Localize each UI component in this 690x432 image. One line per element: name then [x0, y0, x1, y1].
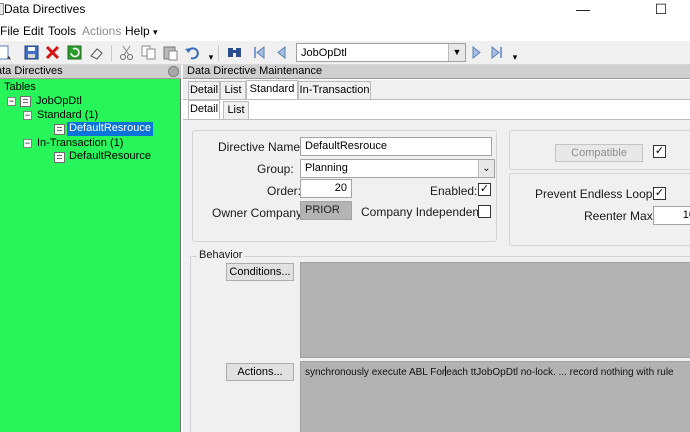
- last-record-icon[interactable]: [488, 44, 506, 61]
- first-record-icon[interactable]: [250, 44, 268, 61]
- actions-text: synchronously execute ABL Foreach ttJobO…: [305, 366, 674, 378]
- directive-name-label: Directive Name:: [218, 140, 304, 154]
- tab-in-transaction[interactable]: In-Transaction: [298, 81, 371, 99]
- clear-icon[interactable]: [88, 44, 106, 61]
- behavior-label: Behavior: [197, 249, 245, 261]
- cut-icon[interactable]: [118, 44, 136, 61]
- group-select-value: Planning: [305, 162, 348, 174]
- menu-actions[interactable]: Actions: [82, 24, 121, 38]
- subtab-detail[interactable]: Detail: [188, 100, 220, 119]
- tree-panel-title: ata Directives: [0, 65, 63, 77]
- new-icon[interactable]: [0, 44, 12, 61]
- tab-list[interactable]: List: [220, 81, 246, 99]
- menu-help[interactable]: Help: [125, 24, 150, 38]
- tree-panel-header: ata Directives: [0, 65, 181, 79]
- previous-record-icon[interactable]: [272, 44, 290, 61]
- menu-overflow-icon[interactable]: ▾: [153, 27, 158, 38]
- menu-tools[interactable]: Tools: [48, 24, 76, 38]
- maximize-button[interactable]: ☐: [638, 0, 684, 20]
- behavior-group: Behavior Conditions... Actions... synchr…: [190, 249, 690, 432]
- tree-root-tables[interactable]: Tables: [4, 81, 36, 95]
- chevron-down-icon[interactable]: ▼: [448, 44, 465, 61]
- sub-tabs: Detail List: [183, 99, 690, 119]
- save-icon[interactable]: [23, 44, 41, 61]
- loops-group: Prevent Endless Loops: ✓ Reenter Max: 10: [509, 173, 690, 246]
- detail-content: Directive Name: DefaultResrouce Group: P…: [183, 119, 690, 432]
- prevent-loops-label: Prevent Endless Loops:: [535, 187, 662, 201]
- pin-icon[interactable]: [168, 66, 179, 77]
- order-field[interactable]: 20: [300, 179, 352, 198]
- directive-icon: [54, 152, 65, 163]
- collapse-icon[interactable]: −: [23, 111, 32, 120]
- refresh-icon[interactable]: [66, 44, 84, 61]
- chevron-down-icon[interactable]: ⌄: [478, 160, 494, 177]
- compatible-button[interactable]: Compatible: [555, 144, 643, 162]
- toolbar: ▾ JobOpDtl ▼ ▾: [0, 41, 690, 65]
- paste-icon[interactable]: [162, 44, 180, 61]
- undo-icon[interactable]: [184, 44, 202, 61]
- menu-bar: File Edit Tools Actions Help ▾: [0, 21, 690, 41]
- actions-area[interactable]: synchronously execute ABL Foreach ttJobO…: [300, 361, 690, 432]
- conditions-button[interactable]: Conditions...: [226, 263, 294, 281]
- tree-node-table[interactable]: JobOpDtl: [36, 95, 82, 109]
- group-select[interactable]: Planning ⌄: [300, 159, 495, 178]
- copy-icon[interactable]: [140, 44, 158, 61]
- menu-edit[interactable]: Edit: [23, 24, 44, 38]
- tree-panel: ata Directives Tables − JobOpDtl − Stand…: [0, 65, 181, 432]
- toolbar-overflow-icon[interactable]: ▾: [506, 49, 524, 66]
- window-title: Data Directives: [4, 2, 86, 16]
- main-tabs: Detail List Standard In-Transaction: [183, 80, 690, 99]
- tree-node-standard-directive[interactable]: DefaultResrouce: [67, 122, 153, 136]
- tab-standard[interactable]: Standard: [246, 80, 298, 99]
- minimize-button[interactable]: —: [560, 0, 606, 20]
- enabled-label: Enabled:: [430, 184, 478, 198]
- tab-detail[interactable]: Detail: [188, 81, 220, 99]
- directive-details-group: Directive Name: DefaultResrouce Group: P…: [192, 130, 497, 242]
- company-independent-checkbox[interactable]: [478, 205, 491, 218]
- conditions-area[interactable]: [300, 262, 690, 358]
- search-icon[interactable]: [226, 44, 244, 61]
- reenter-max-label: Reenter Max:: [584, 209, 657, 223]
- actions-button[interactable]: Actions...: [226, 363, 294, 381]
- main-panel-header: Data Directive Maintenance: [183, 65, 690, 79]
- tree-node-standard[interactable]: Standard (1): [37, 109, 98, 123]
- subtab-list[interactable]: List: [223, 101, 249, 119]
- prevent-loops-checkbox[interactable]: ✓: [653, 187, 666, 200]
- main-panel-title: Data Directive Maintenance: [187, 65, 323, 77]
- company-independent-label: Company Independent:: [361, 205, 486, 219]
- table-icon: [20, 96, 31, 107]
- delete-icon[interactable]: [44, 44, 62, 61]
- next-record-icon[interactable]: [468, 44, 486, 61]
- reenter-max-field[interactable]: 10: [653, 206, 690, 225]
- owner-company-label: Owner Company:: [212, 206, 306, 220]
- record-combo-value: JobOpDtl: [301, 47, 347, 59]
- collapse-icon[interactable]: −: [7, 97, 16, 106]
- record-combo[interactable]: JobOpDtl ▼: [296, 43, 466, 62]
- owner-company-field: PRIOR: [300, 201, 352, 220]
- order-label: Order:: [267, 184, 302, 198]
- compatible-group: Compatible ✓: [509, 130, 690, 170]
- title-bar: Data Directives — ☐: [0, 0, 690, 20]
- enabled-checkbox[interactable]: ✓: [478, 183, 491, 196]
- menu-file[interactable]: File: [0, 24, 19, 38]
- directive-icon: [54, 124, 65, 135]
- directive-name-field[interactable]: DefaultResrouce: [300, 137, 492, 156]
- collapse-icon[interactable]: −: [23, 139, 32, 148]
- tree-node-intransaction[interactable]: In-Transaction (1): [37, 137, 123, 151]
- compatible-checkbox[interactable]: ✓: [653, 145, 666, 158]
- group-label: Group:: [257, 162, 294, 176]
- tree-node-intransaction-directive[interactable]: DefaultResource: [69, 150, 151, 164]
